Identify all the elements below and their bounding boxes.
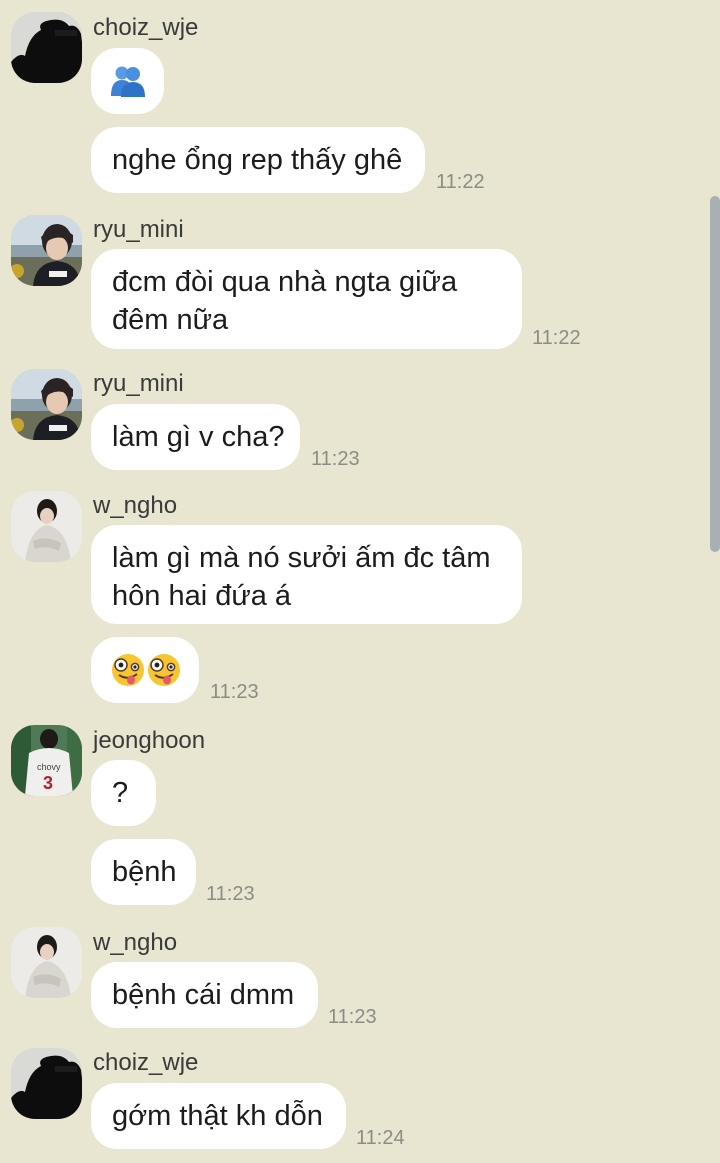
message-bubble[interactable]: bệnh cái dmm [91, 962, 318, 1028]
photo-avatar-icon [11, 491, 82, 562]
photo-avatar-icon [11, 215, 82, 286]
message-timestamp: 11:23 [311, 448, 360, 470]
sender-name: w_ngho [93, 492, 178, 519]
message-bubble[interactable]: làm gì v cha? [91, 404, 300, 470]
silhouette-avatar-icon [11, 1048, 82, 1119]
message-text-line: hôn hai đứa á [112, 580, 292, 612]
message-bubble[interactable]: bệnh [91, 839, 196, 905]
zany-emoji-pair [111, 653, 181, 687]
avatar-ryu-mini[interactable] [11, 215, 82, 286]
photo-avatar-icon [11, 927, 82, 998]
sender-name: choiz_wje [93, 14, 199, 41]
sender-name: choiz_wje [93, 1049, 199, 1076]
message-text: ? [112, 777, 129, 809]
silhouette-avatar-icon [11, 12, 82, 83]
sender-name: ryu_mini [93, 370, 184, 397]
jersey-number: 3 [43, 773, 53, 793]
zany-face-icon [148, 654, 180, 686]
avatar-choiz-wje[interactable] [11, 12, 82, 83]
message-timestamp: 11:23 [328, 1006, 377, 1028]
message-timestamp: 11:23 [210, 681, 259, 703]
avatar-ryu-mini[interactable] [11, 369, 82, 440]
sender-name: jeonghoon [93, 727, 206, 754]
busts-in-silhouette-icon [110, 66, 145, 97]
sender-name: ryu_mini [93, 216, 184, 243]
avatar-choiz-wje[interactable] [11, 1048, 82, 1119]
message-text: bệnh cái dmm [112, 979, 295, 1011]
message-bubble[interactable]: đcm đòi qua nhà ngta giữa đêm nữa [91, 249, 522, 349]
message-text-line: đêm nữa [112, 304, 229, 336]
message-text: làm gì v cha? [112, 421, 285, 453]
message-text: gớm thật kh dỗn [112, 1100, 323, 1132]
message-text: bệnh [112, 856, 177, 888]
photo-avatar-icon: chovy 3 [11, 725, 82, 796]
scrollbar-thumb[interactable] [710, 196, 720, 552]
avatar-jeonghoon[interactable]: chovy 3 [11, 725, 82, 796]
zany-face-icon [112, 654, 144, 686]
message-text-line: làm gì mà nó sưởi ấm đc tâm [112, 542, 491, 574]
message-timestamp: 11:22 [532, 327, 581, 349]
message-text: nghe ổng rep thấy ghê [112, 144, 403, 176]
message-text-line: đcm đòi qua nhà ngta giữa [112, 266, 458, 298]
jersey-text: chovy [37, 762, 61, 772]
message-timestamp: 11:23 [206, 883, 255, 905]
avatar-w-ngho[interactable] [11, 491, 82, 562]
message-timestamp: 11:24 [356, 1127, 405, 1149]
sender-name: w_ngho [93, 929, 178, 956]
message-bubble[interactable]: gớm thật kh dỗn [91, 1083, 346, 1149]
message-bubble-sticker[interactable] [91, 48, 164, 114]
message-bubble[interactable]: ? [91, 760, 156, 826]
message-bubble[interactable]: nghe ổng rep thấy ghê [91, 127, 425, 193]
photo-avatar-icon [11, 369, 82, 440]
message-bubble-emoji[interactable] [91, 637, 199, 703]
avatar-w-ngho[interactable] [11, 927, 82, 998]
message-timestamp: 11:22 [436, 171, 485, 193]
message-bubble[interactable]: làm gì mà nó sưởi ấm đc tâm hôn hai đứa … [91, 525, 522, 624]
